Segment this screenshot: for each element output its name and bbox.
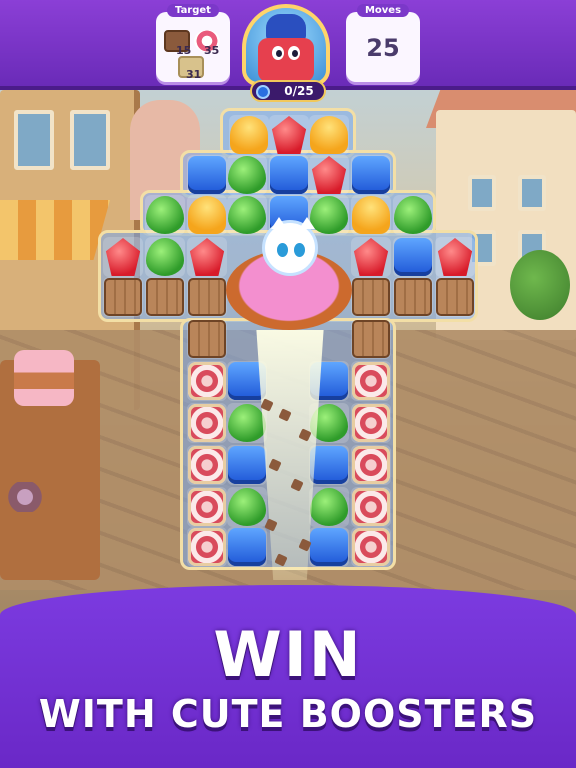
yellow-gem-icon[interactable] <box>188 196 226 234</box>
window <box>518 175 546 211</box>
lollipop-tile-icon[interactable] <box>188 446 226 484</box>
blue-gem-icon[interactable] <box>228 446 266 484</box>
lollipop-tile-icon[interactable] <box>352 404 390 442</box>
window <box>70 110 110 170</box>
tree <box>510 250 570 320</box>
green-gem-icon[interactable] <box>228 488 266 526</box>
window <box>468 175 496 211</box>
target-count: 31 <box>186 68 202 81</box>
moves-panel[interactable]: Moves 25 <box>346 4 420 82</box>
blue-gem-icon[interactable] <box>352 156 390 194</box>
headline-win: WIN <box>213 618 363 691</box>
headline-boosters: WITH CUTE BOOSTERS <box>38 692 538 736</box>
green-gem-icon[interactable] <box>310 488 348 526</box>
mascot-hat <box>266 14 306 40</box>
mascot-eye <box>272 46 284 60</box>
green-gem-icon[interactable] <box>146 196 184 234</box>
decor-donut <box>2 482 48 512</box>
lollipop-tile-icon[interactable] <box>188 404 226 442</box>
cat-eye <box>294 243 305 257</box>
cat-eye <box>277 243 288 257</box>
top-hud: Target 15 35 31 Moves 25 <box>0 0 576 90</box>
yellow-gem-icon[interactable] <box>310 116 348 154</box>
progress-counter: 0/25 <box>250 80 326 102</box>
blue-gem-icon[interactable] <box>188 156 226 194</box>
window <box>14 110 54 170</box>
progress-ring-icon <box>256 85 270 99</box>
shop-awning <box>0 200 110 260</box>
chocolate-crate-icon[interactable] <box>188 278 226 316</box>
blue-gem-icon[interactable] <box>270 156 308 194</box>
lollipop-tile-icon[interactable] <box>188 528 226 566</box>
blue-gem-icon[interactable] <box>310 528 348 566</box>
progress-text: 0/25 <box>284 84 314 98</box>
mascot-avatar[interactable] <box>242 4 330 86</box>
green-gem-icon[interactable] <box>228 404 266 442</box>
cat-icon <box>262 217 318 276</box>
lollipop-tile-icon[interactable] <box>352 528 390 566</box>
lollipop-tile-icon[interactable] <box>352 488 390 526</box>
chocolate-crate-icon[interactable] <box>104 278 142 316</box>
cake <box>14 350 74 406</box>
cat-ear <box>271 217 287 229</box>
chocolate-crate-icon[interactable] <box>352 278 390 316</box>
target-panel[interactable]: Target 15 35 31 <box>156 4 230 82</box>
yellow-gem-icon[interactable] <box>352 196 390 234</box>
target-count: 35 <box>204 44 220 57</box>
lollipop-tile-icon[interactable] <box>188 488 226 526</box>
lollipop-tile-icon[interactable] <box>352 446 390 484</box>
yellow-gem-icon[interactable] <box>230 116 268 154</box>
green-gem-icon[interactable] <box>228 156 266 194</box>
green-gem-icon[interactable] <box>146 238 184 276</box>
blue-gem-icon[interactable] <box>394 238 432 276</box>
green-gem-icon[interactable] <box>394 196 432 234</box>
target-label: Target <box>167 4 219 17</box>
chocolate-crate-icon[interactable] <box>352 320 390 358</box>
lollipop-tile-icon[interactable] <box>352 362 390 400</box>
chocolate-crate-icon[interactable] <box>146 278 184 316</box>
mascot-body <box>258 38 314 82</box>
chocolate-crate-icon[interactable] <box>188 320 226 358</box>
moves-label: Moves <box>356 4 410 17</box>
cat-donut-booster[interactable] <box>226 217 352 330</box>
blue-gem-icon[interactable] <box>310 446 348 484</box>
blue-gem-icon[interactable] <box>228 528 266 566</box>
mascot-eye <box>288 46 300 60</box>
cat-ear <box>299 217 315 229</box>
lollipop-tile-icon[interactable] <box>188 362 226 400</box>
moves-count: 25 <box>366 34 400 62</box>
chocolate-crate-icon[interactable] <box>394 278 432 316</box>
chocolate-crate-icon[interactable] <box>436 278 474 316</box>
